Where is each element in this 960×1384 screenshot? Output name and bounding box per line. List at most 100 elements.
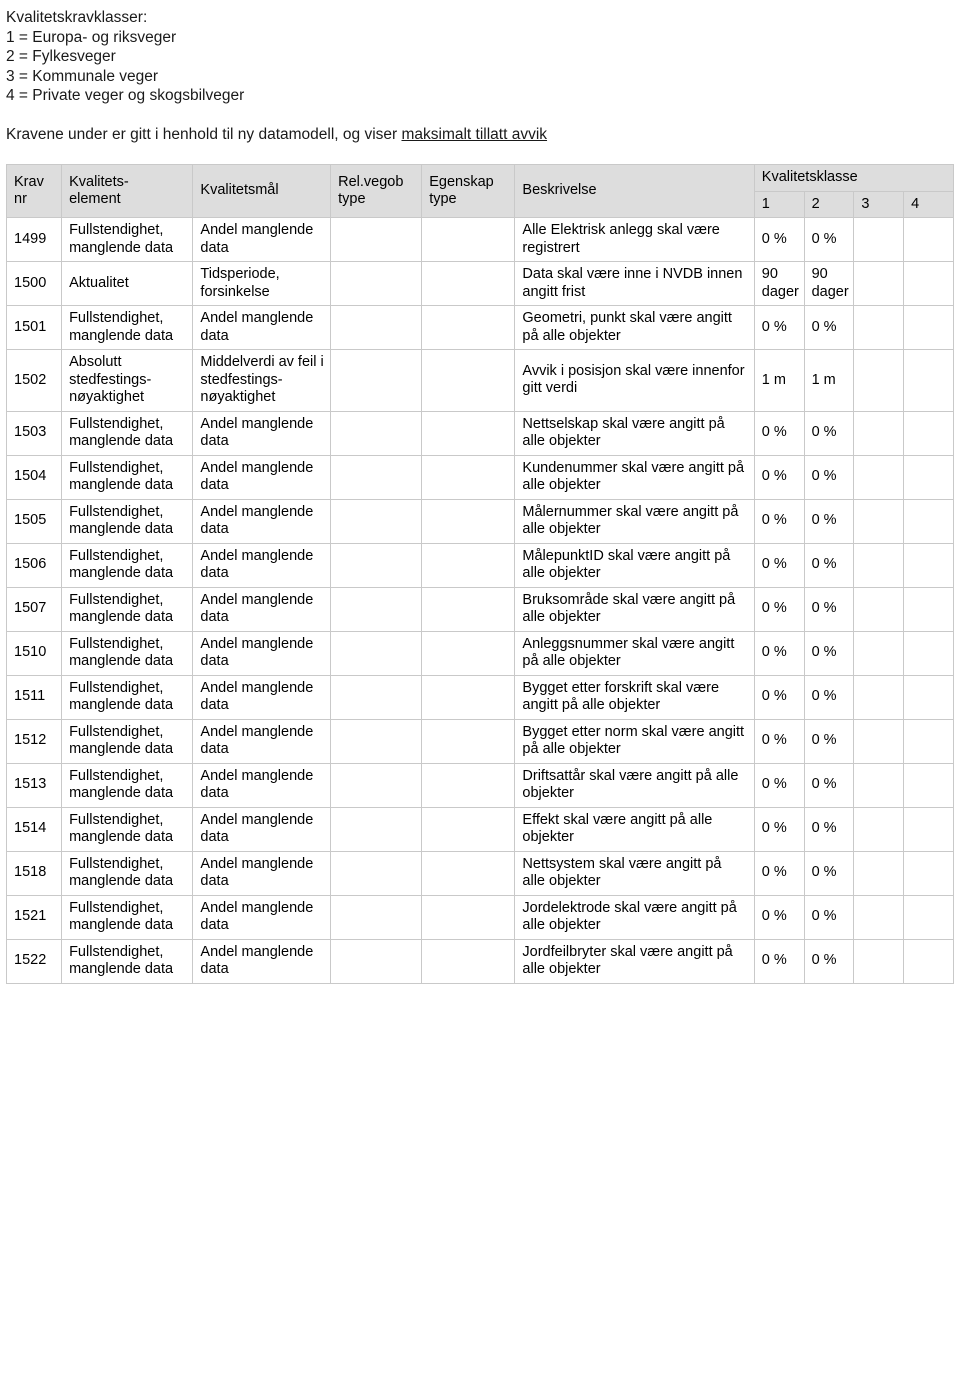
cell-class-2-value: 0 %	[803, 305, 855, 350]
table-row: 1502 Absolutt stedfestings-nøyaktighet Mid…	[5, 349, 954, 412]
cell-beskrivelse: Nettsystem skal være angitt på alle obje…	[514, 850, 755, 896]
cell-class-3-value	[853, 850, 905, 896]
cell-kvalitetsmal: Tidsperiode, forsinkelse	[192, 261, 332, 306]
cell-beskrivelse: Målernummer skal være angitt på alle obj…	[514, 498, 755, 544]
cell-beskrivelse: Driftsattår skal være angitt på alle obj…	[514, 762, 755, 808]
lede-text: Kravene under er gitt i henhold til ny d…	[6, 125, 402, 143]
cell-class-2-value: 0 %	[803, 894, 855, 940]
cell-egenskap-type	[421, 410, 516, 456]
cell-beskrivelse: Jordfeilbryter skal være angitt på alle …	[514, 938, 755, 984]
cell-krav-nr: 1505	[5, 498, 63, 544]
cell-kvalitetselement: Fullstendighet, manglende data	[61, 542, 194, 588]
cell-rel-vegob-type	[330, 762, 423, 808]
cell-kvalitetsmal: Andel manglende data	[192, 674, 332, 720]
col-header-kvalitetsmal: Kvalitetsmål	[192, 164, 332, 218]
cell-class-2-value: 0 %	[803, 498, 855, 544]
cell-beskrivelse: Bygget etter forskrift skal være angitt …	[514, 674, 755, 720]
cell-egenskap-type	[421, 674, 516, 720]
cell-kvalitetselement: Fullstendighet, manglende data	[61, 674, 194, 720]
cell-class-4-value	[903, 410, 954, 456]
cell-beskrivelse: Nettselskap skal være angitt på alle obj…	[514, 410, 755, 456]
cell-rel-vegob-type	[330, 454, 423, 500]
table-row: 1501 Fullstendighet, manglende data Andel …	[5, 305, 954, 350]
cell-class-3-value	[853, 217, 905, 262]
cell-kvalitetselement: Fullstendighet, manglende data	[61, 938, 194, 984]
cell-egenskap-type	[421, 762, 516, 808]
cell-rel-vegob-type	[330, 806, 423, 852]
cell-kvalitetsmal: Andel manglende data	[192, 305, 332, 350]
cell-rel-vegob-type	[330, 586, 423, 632]
cell-egenskap-type	[421, 542, 516, 588]
cell-beskrivelse: Avvik i posisjon skal være innenfor gitt…	[514, 349, 755, 412]
cell-beskrivelse: Data skal være inne i NVDB innen angitt …	[514, 261, 755, 306]
cell-rel-vegob-type	[330, 718, 423, 764]
cell-class-3-value	[853, 349, 905, 412]
cell-beskrivelse: Kundenummer skal være angitt på alle obj…	[514, 454, 755, 500]
cell-class-1-value: 0 %	[753, 498, 805, 544]
cell-class-2-value: 0 %	[803, 938, 855, 984]
cell-class-1-value: 0 %	[753, 762, 805, 808]
cell-krav-nr: 1521	[5, 894, 63, 940]
cell-kvalitetsmal: Andel manglende data	[192, 718, 332, 764]
cell-krav-nr: 1512	[5, 718, 63, 764]
cell-egenskap-type	[421, 305, 516, 350]
cell-egenskap-type	[421, 261, 516, 306]
cell-kvalitetselement: Absolutt stedfestings-nøyaktighet	[61, 349, 194, 412]
table-row: 1518 Fullstendighet, manglende data Andel …	[5, 850, 954, 896]
table-row: 1514 Fullstendighet, manglende data Andel …	[5, 806, 954, 852]
cell-kvalitetsmal: Andel manglende data	[192, 542, 332, 588]
intro-heading: Kvalitetskravklasser:	[6, 9, 148, 26]
table-row: 1505 Fullstendighet, manglende data Andel …	[5, 498, 954, 544]
cell-kvalitetsmal: Andel manglende data	[192, 498, 332, 544]
table-row: 1507 Fullstendighet, manglende data Andel …	[5, 586, 954, 632]
cell-krav-nr: 1503	[5, 410, 63, 456]
cell-kvalitetsmal: Andel manglende data	[192, 410, 332, 456]
cell-class-3-value	[853, 305, 905, 350]
cell-egenskap-type	[421, 806, 516, 852]
col-header-beskrivelse: Beskrivelse	[514, 164, 755, 218]
cell-class-1-value: 0 %	[753, 894, 805, 940]
cell-class-2-value: 0 %	[803, 806, 855, 852]
cell-kvalitetsmal: Andel manglende data	[192, 894, 332, 940]
cell-kvalitetselement: Fullstendighet, manglende data	[61, 498, 194, 544]
col-header-class-2: 2	[803, 190, 855, 218]
cell-rel-vegob-type	[330, 674, 423, 720]
cell-class-3-value	[853, 806, 905, 852]
cell-krav-nr: 1506	[5, 542, 63, 588]
cell-beskrivelse: Jordelektrode skal være angitt på alle o…	[514, 894, 755, 940]
cell-class-4-value	[903, 261, 954, 306]
table-header: Krav nr Kvalitets- element Kvalitetsmål …	[5, 164, 955, 218]
cell-class-2-value: 0 %	[803, 454, 855, 500]
quality-class-4: 4 = Private veger og skogsbilveger	[6, 87, 245, 104]
table-body: 1499 Fullstendighet, manglende data Andel …	[5, 217, 954, 984]
cell-rel-vegob-type	[330, 410, 423, 456]
cell-kvalitetsmal: Andel manglende data	[192, 938, 332, 984]
cell-class-2-value: 0 %	[803, 630, 855, 676]
cell-egenskap-type	[421, 894, 516, 940]
cell-krav-nr: 1504	[5, 454, 63, 500]
cell-rel-vegob-type	[330, 305, 423, 350]
cell-kvalitetselement: Fullstendighet, manglende data	[61, 850, 194, 896]
cell-kvalitetselement: Aktualitet	[61, 261, 194, 306]
cell-class-3-value	[853, 454, 905, 500]
cell-class-4-value	[903, 349, 954, 412]
cell-egenskap-type	[421, 718, 516, 764]
cell-kvalitetsmal: Andel manglende data	[192, 217, 332, 262]
cell-class-1-value: 0 %	[753, 718, 805, 764]
cell-krav-nr: 1500	[5, 261, 63, 306]
cell-egenskap-type	[421, 586, 516, 632]
cell-class-3-value	[853, 630, 905, 676]
cell-kvalitetsmal: Andel manglende data	[192, 850, 332, 896]
cell-class-3-value	[853, 410, 905, 456]
col-header-class-1: 1	[753, 190, 805, 218]
cell-kvalitetsmal: Andel manglende data	[192, 630, 332, 676]
cell-rel-vegob-type	[330, 498, 423, 544]
col-header-class-4: 4	[903, 190, 954, 218]
cell-rel-vegob-type	[330, 850, 423, 896]
col-header-egenskap-type: Egenskap type	[421, 164, 516, 218]
cell-class-4-value	[903, 894, 954, 940]
cell-egenskap-type	[421, 850, 516, 896]
cell-kvalitetselement: Fullstendighet, manglende data	[61, 454, 194, 500]
col-header-krav-nr: Krav nr	[5, 164, 63, 218]
cell-class-1-value: 0 %	[753, 410, 805, 456]
